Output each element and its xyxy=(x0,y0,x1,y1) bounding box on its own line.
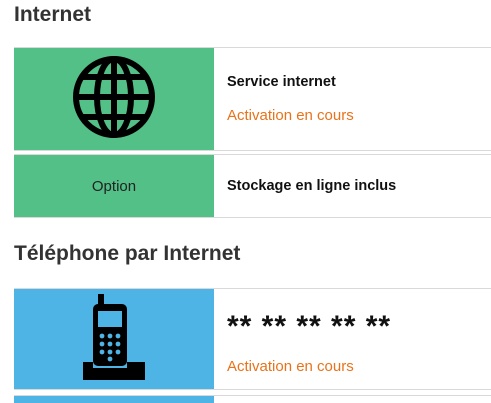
service-card-next[interactable] xyxy=(14,395,491,403)
service-status: Activation en cours xyxy=(227,107,354,124)
option-label: Option xyxy=(91,177,137,195)
service-info-phone: ** ** ** ** ** Activation en cours xyxy=(214,289,391,389)
globe-icon xyxy=(72,55,156,144)
service-card-internet[interactable]: Service internet Activation en cours xyxy=(14,47,491,151)
cordless-phone-icon xyxy=(79,292,149,387)
service-card-phone[interactable]: ** ** ** ** ** Activation en cours xyxy=(14,288,491,390)
service-tile-internet xyxy=(14,48,214,150)
option-info: Stockage en ligne inclus xyxy=(214,155,396,217)
option-card-storage[interactable]: Option Stockage en ligne inclus xyxy=(14,154,491,218)
phone-status: Activation en cours xyxy=(227,357,354,375)
service-title: Service internet xyxy=(227,74,336,90)
section-title-internet: Internet xyxy=(14,3,92,26)
option-tile: Option xyxy=(14,155,214,217)
option-title: Stockage en ligne inclus xyxy=(227,178,397,194)
service-tile-phone xyxy=(14,289,214,389)
service-info-internet: Service internet Activation en cours xyxy=(214,48,354,150)
section-title-phone: Téléphone par Internet xyxy=(14,242,241,265)
phone-number: ** ** ** ** ** xyxy=(227,309,392,343)
